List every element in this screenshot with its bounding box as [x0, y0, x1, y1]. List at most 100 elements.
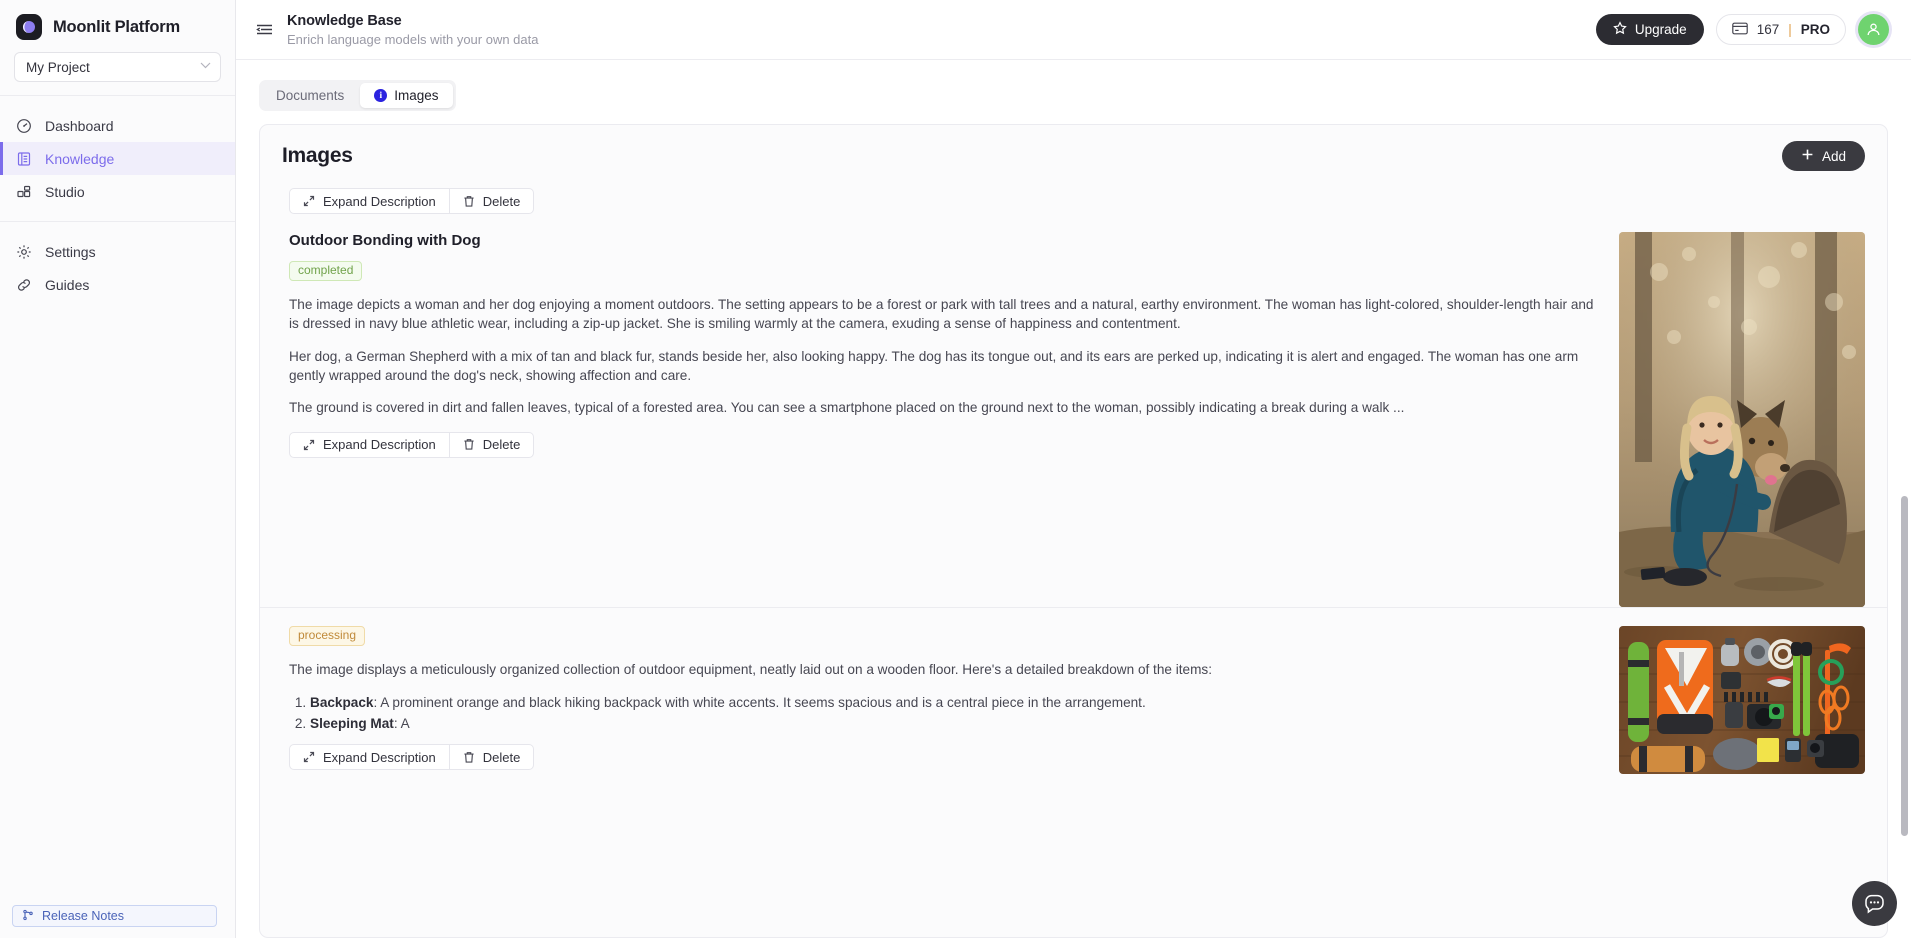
avatar[interactable] [1858, 14, 1889, 45]
sidebar-item-label: Knowledge [45, 150, 115, 167]
topbar-actions: Upgrade 167 | PRO [1595, 14, 1889, 45]
expand-description-label: Expand Description [323, 749, 436, 765]
release-notes-label: Release Notes [42, 909, 124, 923]
add-label: Add [1821, 148, 1846, 164]
page-header: Knowledge Base Enrich language models wi… [287, 13, 538, 47]
sidebar-item-guides[interactable]: Guides [0, 268, 235, 301]
list-item: Backpack: A prominent orange and black h… [310, 693, 1597, 713]
image-item-paragraph: The image displays a meticulously organi… [289, 662, 1212, 678]
topbar: Knowledge Base Enrich language models wi… [236, 0, 1911, 60]
sidebar-item-studio[interactable]: Studio [0, 175, 235, 208]
collapse-sidebar-icon[interactable] [250, 16, 278, 44]
info-badge-icon: i [374, 89, 388, 102]
images-card-header: Images Add [260, 125, 1887, 185]
image-item-body: Outdoor Bonding with Dog completed The i… [260, 232, 1619, 607]
content-scroll-region[interactable]: Images Add Expand Description Delete Out… [236, 111, 1911, 938]
delete-label: Delete [482, 193, 521, 209]
image-item-paragraph: The ground is covered in dirt and fallen… [289, 400, 1405, 416]
tab-images[interactable]: i Images [360, 83, 453, 108]
project-selector-value: My Project [26, 59, 90, 75]
credits-separator: | [1788, 22, 1792, 37]
delete-label: Delete [482, 749, 521, 765]
image-list-item: Outdoor Bonding with Dog completed The i… [260, 214, 1887, 607]
expand-icon [303, 751, 315, 763]
list-item: Sleeping Mat: A [310, 714, 1597, 734]
main-area: Knowledge Base Enrich language models wi… [236, 0, 1911, 938]
credits-amount: 167 [1756, 22, 1780, 37]
expand-description-label: Expand Description [323, 437, 436, 453]
brand-name: Moonlit Platform [53, 17, 180, 36]
sidebar-item-label: Guides [45, 276, 90, 293]
image-thumbnail[interactable] [1619, 626, 1865, 774]
gauge-icon [16, 118, 32, 134]
app-root: Moonlit Platform My Project Dashboard Kn… [0, 0, 1911, 938]
image-item-title: Outdoor Bonding with Dog [289, 232, 481, 249]
image-item-paragraph: Her dog, a German Shepherd with a mix of… [289, 348, 1579, 384]
trash-icon [463, 438, 475, 451]
images-card-title: Images [282, 144, 353, 167]
moon-logo-icon [16, 14, 42, 40]
sidebar-item-dashboard[interactable]: Dashboard [0, 109, 235, 142]
list-item-text: : A prominent orange and black hiking ba… [373, 695, 1146, 711]
credits-plan: PRO [1800, 22, 1830, 37]
star-icon [1613, 21, 1627, 38]
link-icon [16, 277, 32, 293]
sidebar-nav-secondary: Settings Guides [0, 221, 235, 314]
sidebar-nav-primary: Dashboard Knowledge Studio [0, 95, 235, 221]
release-notes-button[interactable]: Release Notes [12, 905, 217, 927]
git-branch-icon [22, 909, 34, 924]
sidebar-item-label: Dashboard [45, 117, 114, 134]
plus-icon [1801, 148, 1814, 164]
book-icon [16, 151, 32, 167]
expand-icon [303, 439, 315, 451]
card-toolbar: Expand Description Delete [260, 185, 1887, 214]
expand-icon [303, 195, 315, 207]
status-badge: processing [289, 626, 366, 647]
image-item-toolbar: Expand Description Delete [289, 431, 535, 458]
sidebar: Moonlit Platform My Project Dashboard Kn… [0, 0, 236, 938]
image-item-list: Backpack: A prominent orange and black h… [289, 693, 1597, 734]
chevron-down-icon [200, 62, 211, 72]
tab-label: Images [394, 88, 439, 103]
upgrade-label: Upgrade [1634, 22, 1687, 37]
image-item-toolbar: Expand Description Delete [289, 744, 535, 771]
images-card: Images Add Expand Description Delete Out… [259, 124, 1888, 938]
expand-description-label: Expand Description [323, 193, 436, 209]
list-item-term: Sleeping Mat [310, 716, 394, 732]
tabs: Documents i Images [259, 80, 456, 111]
page-title: Knowledge Base [287, 12, 402, 29]
sidebar-item-settings[interactable]: Settings [0, 235, 235, 268]
add-button[interactable]: Add [1781, 141, 1865, 171]
project-selector[interactable]: My Project [14, 52, 221, 82]
list-item-text: : A [393, 716, 410, 732]
status-badge: completed [289, 261, 363, 282]
image-item-body: processing The image displays a meticulo… [260, 626, 1619, 774]
sidebar-item-knowledge[interactable]: Knowledge [0, 142, 235, 175]
upgrade-button[interactable]: Upgrade [1595, 14, 1704, 45]
expand-description-button[interactable]: Expand Description [289, 744, 450, 771]
gear-icon [16, 244, 32, 260]
tabs-bar: Documents i Images [236, 60, 1911, 111]
delete-button[interactable]: Delete [449, 431, 535, 458]
list-item-term: Backpack [310, 695, 374, 711]
chat-bubble-icon[interactable] [1852, 881, 1897, 926]
image-item-paragraph: The image depicts a woman and her dog en… [289, 297, 1594, 332]
card-icon [1731, 22, 1748, 38]
page-subtitle: Enrich language models with your own dat… [287, 31, 539, 47]
image-list-item: processing The image displays a meticulo… [260, 607, 1887, 774]
expand-description-button[interactable]: Expand Description [289, 431, 450, 458]
delete-label: Delete [482, 437, 521, 453]
delete-button[interactable]: Delete [449, 188, 535, 214]
trash-icon [463, 195, 475, 208]
trash-icon [463, 751, 475, 764]
delete-button[interactable]: Delete [449, 744, 535, 771]
card-toolbar-group: Expand Description Delete [289, 188, 535, 214]
expand-description-button[interactable]: Expand Description [289, 188, 450, 214]
tab-documents[interactable]: Documents [262, 83, 358, 108]
brand: Moonlit Platform [0, 0, 235, 48]
image-thumbnail[interactable] [1619, 232, 1865, 607]
tab-label: Documents [276, 88, 345, 103]
credits-pill[interactable]: 167 | PRO [1715, 14, 1846, 45]
sidebar-item-label: Settings [45, 243, 96, 260]
vertical-scrollbar[interactable] [1901, 496, 1908, 836]
